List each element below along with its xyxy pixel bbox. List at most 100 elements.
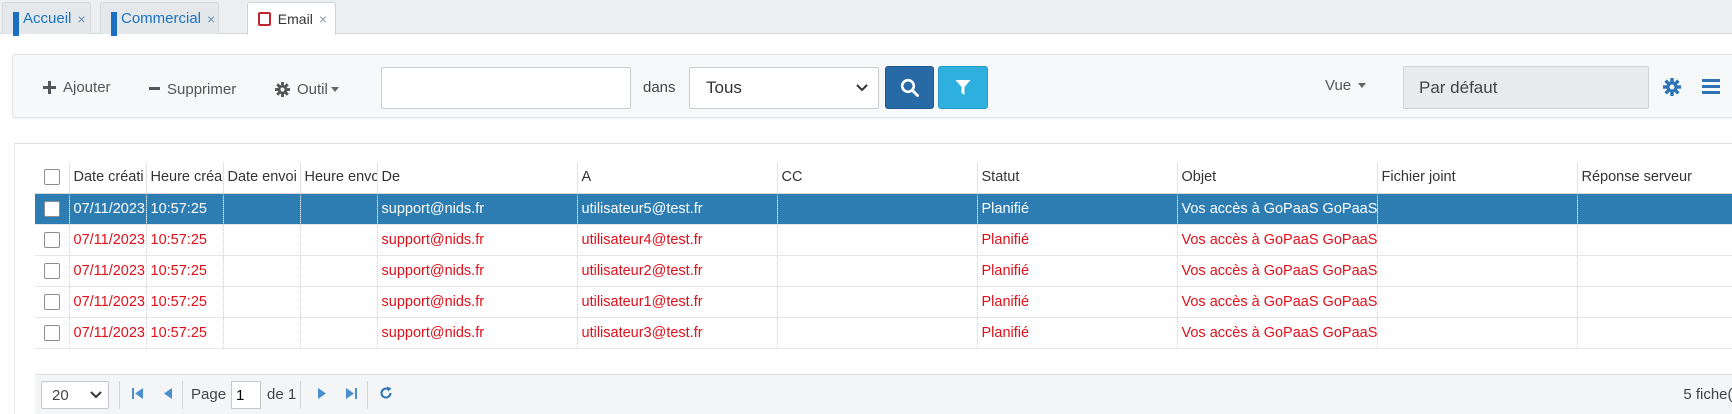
cell-heure-creation: 10:57:25 (146, 224, 224, 256)
view-select[interactable]: Par défaut (1403, 66, 1649, 109)
cell-date-envoi (223, 317, 301, 349)
row-checkbox[interactable] (35, 255, 70, 287)
cell-date-creation: 07/11/2023 (69, 317, 147, 349)
table-row[interactable]: 07/11/2023 10:57:25 support@nids.fr util… (35, 224, 1732, 256)
column-header[interactable]: Date créati (69, 162, 147, 194)
refresh-button[interactable] (379, 386, 393, 404)
first-page-button[interactable] (131, 387, 144, 404)
cell-heure-envoi (300, 224, 378, 256)
checkbox[interactable] (43, 293, 60, 310)
tab-label: Commercial (121, 10, 202, 27)
tab-label: Email (277, 11, 313, 27)
row-checkbox[interactable] (35, 224, 70, 256)
hamburger-icon (1702, 79, 1720, 94)
close-icon[interactable]: × (319, 11, 327, 27)
select-all-checkbox[interactable] (35, 162, 70, 194)
row-checkbox[interactable] (35, 193, 70, 225)
cell-objet: Vos accès à GoPaaS GoPaaS (1177, 255, 1378, 287)
column-header[interactable]: Heure envo (300, 162, 378, 194)
page-size-select[interactable]: 20 (41, 381, 109, 409)
search-button[interactable] (885, 66, 934, 109)
tools-dropdown[interactable]: Outil (275, 77, 339, 101)
tab-email[interactable]: Email × (247, 2, 336, 35)
separator (119, 381, 120, 409)
tab-accueil[interactable]: Accueil × (2, 2, 91, 36)
column-header[interactable]: CC (777, 162, 978, 194)
close-icon[interactable]: × (207, 11, 215, 27)
checkbox[interactable] (43, 169, 60, 186)
prev-page-button[interactable] (163, 387, 173, 404)
column-header[interactable]: Réponse serveur (1577, 162, 1732, 194)
add-button[interactable]: Ajouter (43, 75, 111, 99)
cell-a: utilisateur4@test.fr (577, 224, 778, 256)
tab-label: Accueil (23, 10, 72, 27)
checkbox[interactable] (43, 324, 60, 341)
column-header[interactable]: Date envoi (223, 162, 301, 194)
next-page-button[interactable] (317, 387, 327, 404)
prev-page-icon (164, 388, 172, 399)
checkbox[interactable] (43, 200, 60, 217)
cell-statut: Planifié (977, 224, 1178, 256)
cell-objet: Vos accès à GoPaaS GoPaaS (1177, 193, 1378, 225)
grid-panel: Date créati Heure créa Date envoi Heure … (14, 143, 1732, 414)
table-row[interactable]: 07/11/2023 10:57:25 support@nids.fr util… (35, 193, 1732, 225)
cell-fichier (1377, 255, 1578, 287)
cell-heure-creation: 10:57:25 (146, 193, 224, 225)
checkbox[interactable] (43, 262, 60, 279)
checkbox[interactable] (43, 231, 60, 248)
tab-bar: Accueil × Commercial × Email × (0, 0, 1732, 36)
view-value: Par défaut (1419, 77, 1498, 97)
scope-select[interactable]: Tous (689, 67, 879, 109)
cell-reponse (1577, 317, 1732, 349)
search-input[interactable] (381, 67, 631, 109)
scope-value: Tous (706, 78, 742, 97)
chevron-down-icon (856, 84, 868, 92)
column-header[interactable]: Statut (977, 162, 1178, 194)
row-checkbox[interactable] (35, 286, 70, 318)
settings-button[interactable] (1663, 78, 1681, 99)
table-header: Date créati Heure créa Date envoi Heure … (35, 162, 1732, 194)
in-label: dans (643, 79, 676, 96)
filter-button[interactable] (938, 66, 988, 109)
filter-icon (955, 79, 971, 95)
cell-date-creation: 07/11/2023 (69, 286, 147, 318)
plus-icon (43, 80, 56, 94)
first-page-icon (132, 388, 143, 399)
cell-cc (777, 286, 978, 318)
cell-heure-envoi (300, 193, 378, 225)
column-header[interactable]: Objet (1177, 162, 1378, 194)
table-row[interactable]: 07/11/2023 10:57:25 support@nids.fr util… (35, 317, 1732, 349)
email-table: Date créati Heure créa Date envoi Heure … (35, 162, 1732, 349)
cell-cc (777, 317, 978, 349)
record-count: 5 fiche(s) (1683, 386, 1732, 403)
page-input[interactable] (231, 381, 261, 409)
cell-date-envoi (223, 224, 301, 256)
column-header[interactable]: De (377, 162, 578, 194)
tools-label: Outil (297, 80, 328, 98)
cell-statut: Planifié (977, 193, 1178, 225)
tab-commercial[interactable]: Commercial × (100, 2, 219, 36)
separator (367, 381, 368, 409)
column-header[interactable]: A (577, 162, 778, 194)
cell-reponse (1577, 193, 1732, 225)
cell-cc (777, 224, 978, 256)
pager: 20 Page de 1 5 fiche(s) (35, 374, 1732, 414)
row-checkbox[interactable] (35, 317, 70, 349)
cell-fichier (1377, 193, 1578, 225)
column-header[interactable]: Heure créa (146, 162, 224, 194)
cell-reponse (1577, 286, 1732, 318)
view-dropdown[interactable]: Vue (1325, 77, 1367, 94)
column-header[interactable]: Fichier joint (1377, 162, 1578, 194)
table-row[interactable]: 07/11/2023 10:57:25 support@nids.fr util… (35, 286, 1732, 318)
menu-button[interactable] (1702, 78, 1720, 97)
cell-de: support@nids.fr (377, 224, 578, 256)
gear-icon (1663, 78, 1681, 96)
close-icon[interactable]: × (77, 11, 85, 27)
separator (300, 381, 301, 409)
cell-de: support@nids.fr (377, 286, 578, 318)
search-icon (900, 78, 919, 97)
last-page-button[interactable] (345, 387, 358, 404)
separator (182, 381, 183, 409)
table-row[interactable]: 07/11/2023 10:57:25 support@nids.fr util… (35, 255, 1732, 287)
delete-button[interactable]: Supprimer (149, 77, 236, 101)
